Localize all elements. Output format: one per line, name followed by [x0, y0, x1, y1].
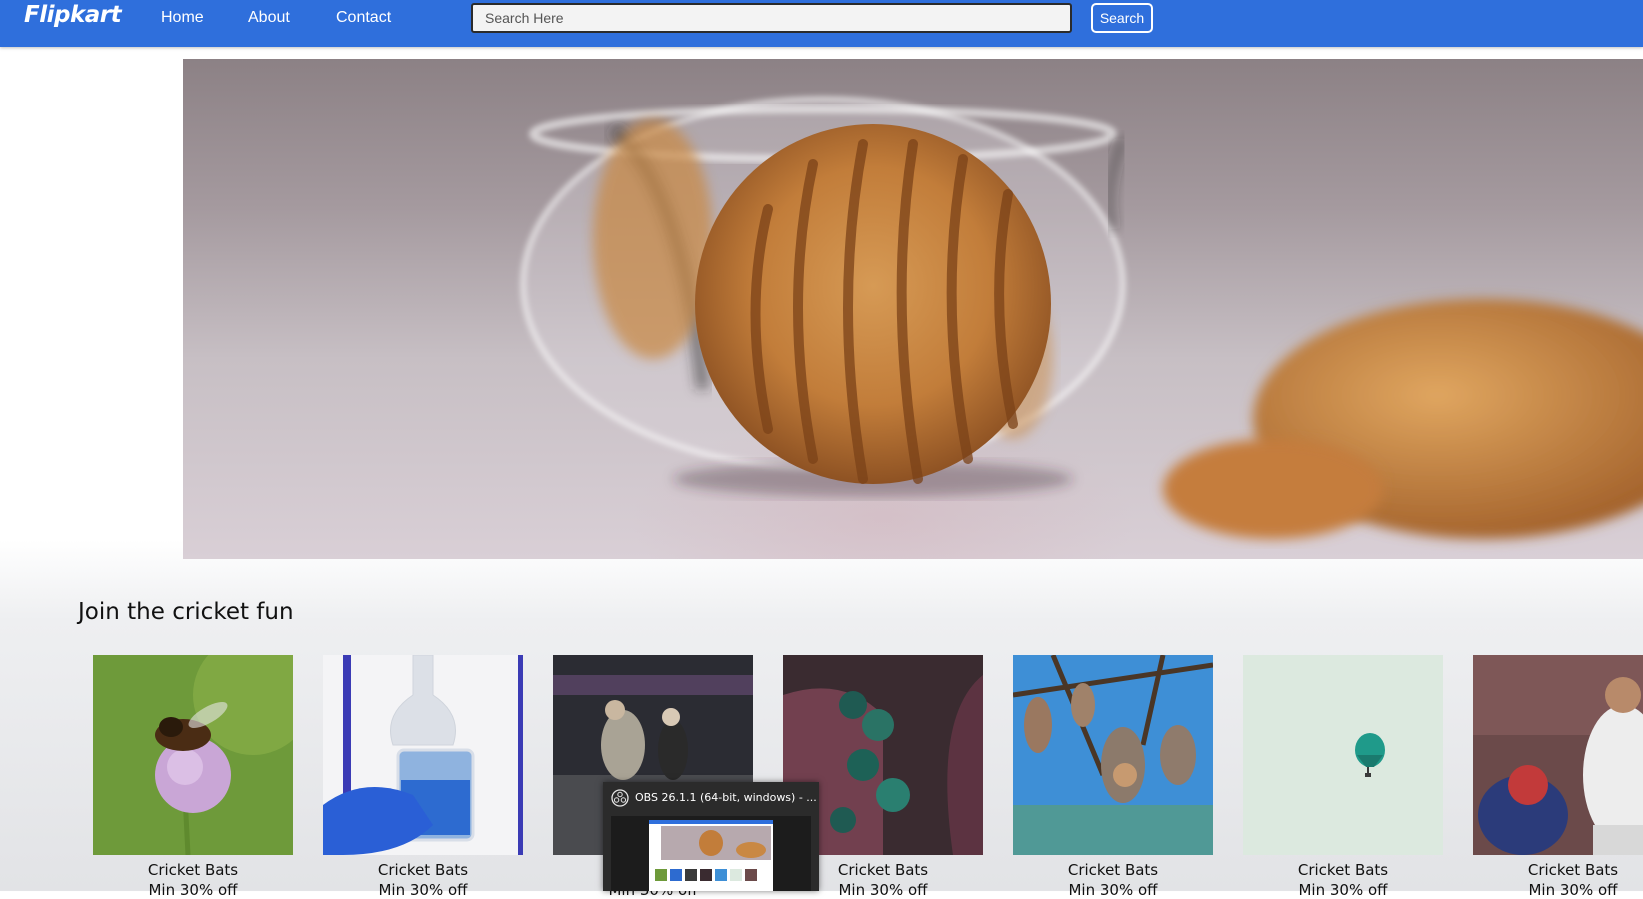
search-button[interactable]: Search [1091, 3, 1153, 33]
nav-link-home[interactable]: Home [161, 9, 204, 27]
product-name: Cricket Bats [377, 861, 469, 879]
product-image [93, 655, 293, 855]
product-offer: Min 30% off [1528, 881, 1618, 899]
product-image [1473, 655, 1643, 855]
product-image [323, 655, 523, 855]
nav-link-about[interactable]: About [248, 9, 290, 27]
navbar: Flipkart Home About Contact Search [0, 0, 1643, 47]
product-card[interactable]: Cricket Bats Min 30% off [1473, 655, 1643, 899]
product-card[interactable]: Cricket Bats Min 30% off [323, 655, 523, 899]
hero-banner-image [183, 59, 1643, 559]
search-input[interactable] [471, 3, 1072, 33]
taskbar-preview-thumbnail [611, 816, 811, 891]
product-name: Cricket Bats [1527, 861, 1619, 879]
section-title: Join the cricket fun [78, 599, 294, 625]
product-image [1243, 655, 1443, 855]
nav-link-contact[interactable]: Contact [336, 9, 391, 27]
taskbar-preview-title: OBS 26.1.1 (64-bit, windows) - ... [635, 791, 817, 804]
product-offer: Min 30% off [148, 881, 238, 899]
product-card[interactable]: Cricket Bats Min 30% off [1013, 655, 1213, 899]
product-offer: Min 30% off [1068, 881, 1158, 899]
taskbar-preview-popup[interactable]: OBS 26.1.1 (64-bit, windows) - ... [603, 782, 819, 891]
product-offer: Min 30% off [378, 881, 468, 899]
brand-logo[interactable]: Flipkart [24, 2, 122, 28]
product-row: Cricket Bats Min 30% off Cricket Bats Mi… [93, 655, 1643, 899]
product-image [1013, 655, 1213, 855]
product-card[interactable]: Cricket Bats Min 30% off [1243, 655, 1443, 899]
product-name: Cricket Bats [147, 861, 239, 879]
product-name: Cricket Bats [1297, 861, 1389, 879]
product-offer: Min 30% off [1298, 881, 1388, 899]
product-name: Cricket Bats [1067, 861, 1159, 879]
obs-icon [611, 789, 629, 811]
product-card[interactable]: Cricket Bats Min 30% off [93, 655, 293, 899]
